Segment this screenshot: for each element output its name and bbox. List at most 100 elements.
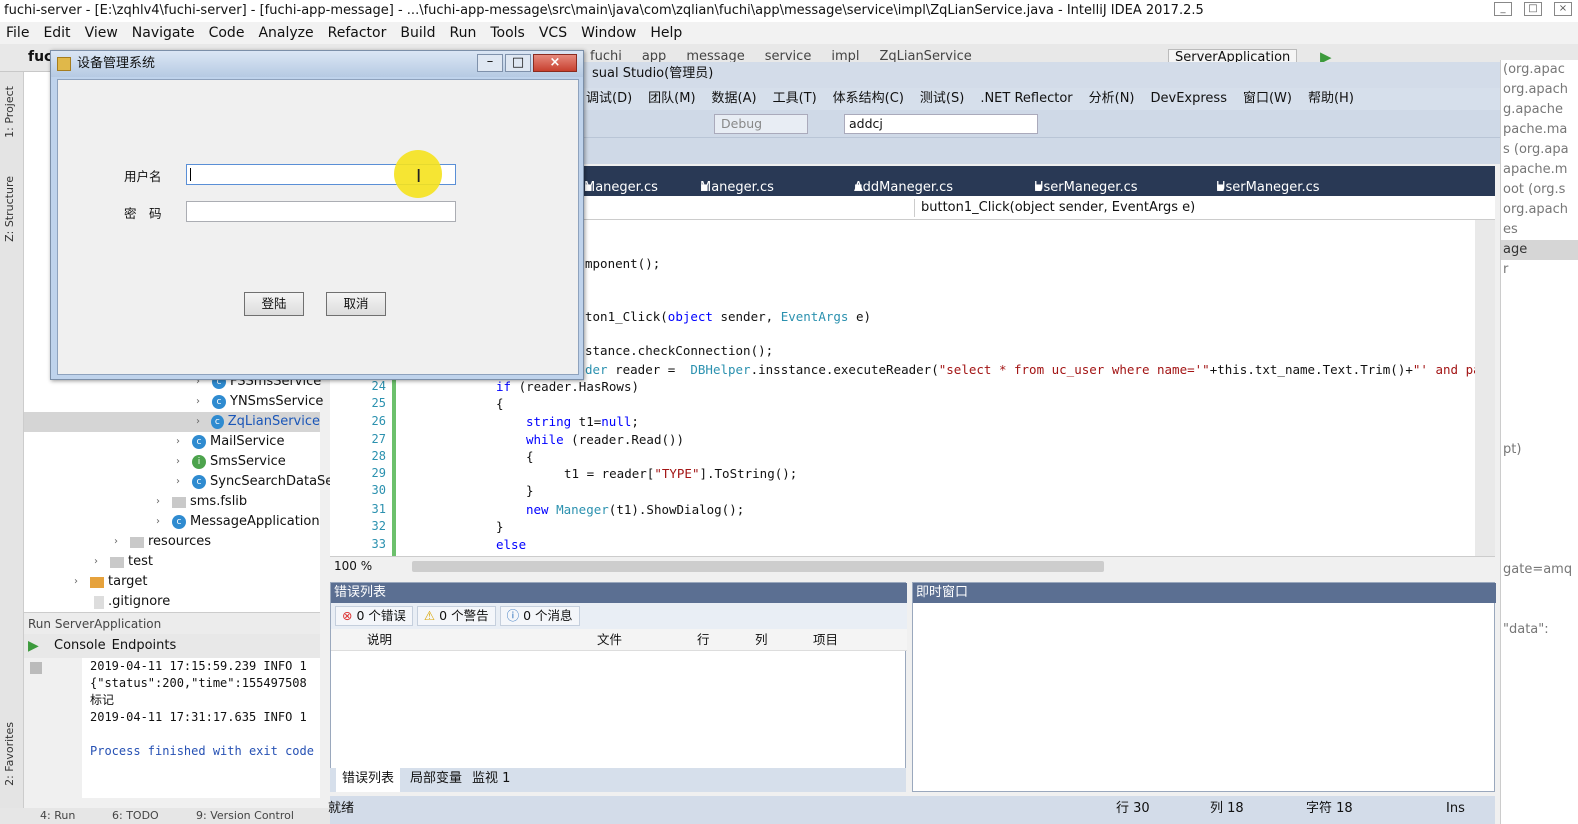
col-line[interactable]: 行	[697, 629, 710, 651]
ij-menu-tools[interactable]: Tools	[490, 22, 525, 44]
code-line[interactable]: }	[526, 483, 534, 498]
ij-menu-navigate[interactable]: Navigate	[132, 22, 195, 44]
tab-run[interactable]: 4: Run	[40, 809, 75, 822]
chevron-right-icon[interactable]: ›	[196, 412, 207, 432]
find-combo[interactable]: addcj	[844, 114, 1038, 134]
tab-endpoints[interactable]: Endpoints	[112, 634, 177, 658]
config-select[interactable]: Debug	[714, 114, 808, 134]
ij-menu-run[interactable]: Run	[450, 22, 477, 44]
tree-item[interactable]: › c MessageApplication	[156, 512, 320, 532]
tab-error-list[interactable]: 错误列表	[336, 768, 401, 792]
close-icon[interactable]: ×	[1554, 2, 1572, 16]
ij-menu-edit[interactable]: Edit	[43, 22, 70, 44]
tree-item[interactable]: .gitignore	[94, 592, 170, 612]
tab-watch[interactable]: 监视 1	[472, 768, 510, 792]
right-panel-line: org.apach	[1503, 202, 1569, 217]
ij-menu-vcs[interactable]: VCS	[539, 22, 567, 44]
chevron-right-icon[interactable]: ›	[114, 532, 126, 552]
chevron-right-icon[interactable]: ›	[196, 392, 208, 412]
vs-menu-item[interactable]: 数据(A)	[712, 88, 757, 110]
dialog-maximize-button[interactable]: □	[505, 54, 531, 72]
tree-item[interactable]: › target	[74, 572, 148, 592]
dialog-close-button[interactable]: ×	[533, 54, 577, 72]
stop-icon[interactable]	[30, 662, 42, 674]
tree-item[interactable]: › c SyncSearchDataSe	[176, 472, 333, 492]
code-line[interactable]: while (reader.Read())	[526, 432, 684, 447]
code-line[interactable]: }	[496, 519, 504, 534]
ij-menu-view[interactable]: View	[85, 22, 118, 44]
vs-menu-item[interactable]: .NET Reflector	[980, 88, 1072, 110]
chevron-right-icon[interactable]: ›	[176, 452, 188, 472]
code-line[interactable]: new Maneger(t1).ShowDialog();	[526, 502, 744, 517]
warnings-filter-button[interactable]: ⚠ 0 个警告	[416, 606, 496, 626]
errors-filter-button[interactable]: ⊗ 0 个错误	[335, 606, 413, 626]
vs-menu-item[interactable]: 帮助(H)	[1308, 88, 1354, 110]
tree-item[interactable]: › resources	[114, 532, 211, 552]
tab-locals[interactable]: 局部变量	[410, 768, 462, 792]
ij-menu-build[interactable]: Build	[400, 22, 435, 44]
code-line[interactable]: {	[526, 449, 534, 464]
maximize-icon[interactable]: □	[1524, 2, 1542, 16]
tree-item[interactable]: › c MailService	[176, 432, 284, 452]
vs-menu-item[interactable]: 调试(D)	[586, 88, 632, 110]
chevron-right-icon[interactable]: ›	[156, 512, 168, 532]
code-line[interactable]: string t1=null;	[526, 414, 639, 429]
code-line[interactable]: t1 = reader["TYPE"].ToString();	[564, 466, 797, 481]
chevron-right-icon[interactable]: ›	[74, 572, 86, 592]
zoom-level[interactable]: 100 %	[334, 559, 372, 573]
vs-menu-item[interactable]: 分析(N)	[1089, 88, 1135, 110]
code-line[interactable]: mponent();	[585, 256, 660, 271]
code-line[interactable]: else	[496, 537, 526, 552]
method-combo[interactable]: button1_Click(object sender, EventArgs e…	[914, 199, 1494, 217]
code-line[interactable]: if (reader.HasRows)	[496, 379, 639, 394]
immediate-window[interactable]: 即时窗口	[912, 582, 1496, 792]
favorites-tool-tab[interactable]: 2: Favorites	[3, 722, 16, 786]
ij-menu-window[interactable]: Window	[581, 22, 636, 44]
code-line[interactable]: der reader = DBHelper.insstance.executeR…	[585, 362, 1488, 377]
tree-item[interactable]: › c ZqLianService	[24, 412, 320, 432]
editor-vertical-scrollbar[interactable]	[1475, 220, 1495, 556]
password-input[interactable]	[186, 201, 456, 222]
tree-item[interactable]: › test	[94, 552, 153, 572]
dialog-minimize-button[interactable]: –	[477, 54, 503, 72]
scroll-thumb[interactable]	[412, 561, 1104, 572]
code-line[interactable]: {	[496, 396, 504, 411]
vs-menu-item[interactable]: 窗口(W)	[1243, 88, 1292, 110]
chevron-right-icon[interactable]: ›	[94, 552, 106, 572]
col-project[interactable]: 项目	[813, 629, 838, 651]
code-line[interactable]: stance.checkConnection();	[585, 343, 773, 358]
tree-item[interactable]: › c YNSmsService	[196, 392, 323, 412]
vs-menu-item[interactable]: 体系结构(C)	[833, 88, 904, 110]
vs-menu-item[interactable]: DevExpress	[1151, 88, 1227, 110]
ij-menu-code[interactable]: Code	[209, 22, 245, 44]
messages-filter-button[interactable]: ⓘ 0 个消息	[499, 606, 580, 626]
minimize-icon[interactable]: _	[1494, 2, 1512, 16]
tab-todo[interactable]: 6: TODO	[112, 809, 159, 822]
tab-version-control[interactable]: 9: Version Control	[196, 809, 294, 822]
ij-menu-file[interactable]: File	[6, 22, 29, 44]
tree-item[interactable]: › i SmsService	[176, 452, 286, 472]
col-column[interactable]: 列	[755, 629, 768, 651]
chevron-right-icon[interactable]: ›	[176, 472, 188, 492]
vs-menu-item[interactable]: 团队(M)	[648, 88, 695, 110]
chevron-right-icon[interactable]: ›	[156, 492, 168, 512]
ij-menu-help[interactable]: Help	[650, 22, 682, 44]
vs-menu-item[interactable]: 工具(T)	[773, 88, 817, 110]
editor-horizontal-scrollbar[interactable]: 100 %	[330, 556, 1495, 576]
ij-menu-analyze[interactable]: Analyze	[258, 22, 313, 44]
tree-item[interactable]: › sms.fslib	[156, 492, 247, 512]
col-description[interactable]: 说明	[367, 629, 392, 651]
rerun-icon[interactable]: ▶	[28, 638, 39, 654]
project-name[interactable]: fuc	[28, 49, 52, 65]
structure-tool-tab[interactable]: Z: Structure	[3, 176, 16, 242]
code-line[interactable]: ton1_Click(object sender, EventArgs e)	[585, 309, 871, 324]
tab-console[interactable]: Console	[54, 634, 106, 658]
chevron-right-icon[interactable]: ›	[176, 432, 188, 452]
vs-menu-item[interactable]: 测试(S)	[920, 88, 964, 110]
project-tool-tab[interactable]: 1: Project	[3, 86, 16, 138]
cancel-button[interactable]: 取消	[326, 292, 386, 316]
vs-toolbar: Debug addcj	[580, 110, 1500, 138]
col-file[interactable]: 文件	[597, 629, 622, 651]
login-button[interactable]: 登陆	[244, 292, 304, 316]
ij-menu-refactor[interactable]: Refactor	[328, 22, 387, 44]
